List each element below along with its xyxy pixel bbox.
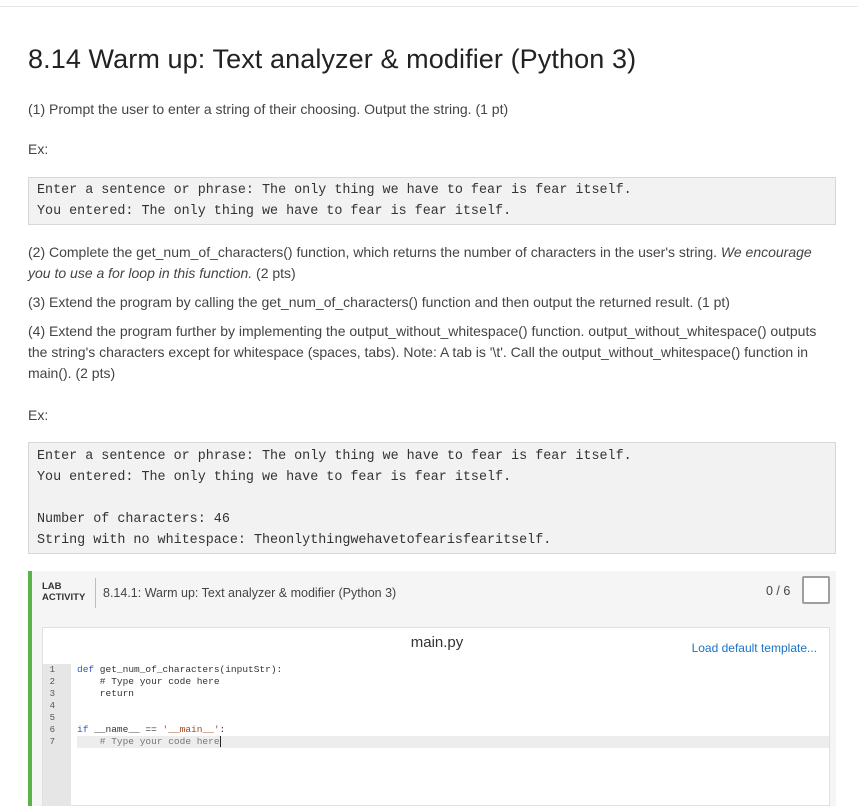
lab-header-divider — [95, 578, 96, 608]
example2-line-4: Number of characters: 46 — [37, 512, 230, 527]
step2-text: (2) Complete the get_num_of_characters()… — [28, 242, 836, 284]
code-line-7[interactable]: # Type your code here — [77, 736, 829, 748]
top-divider — [0, 6, 858, 7]
code-editor-panel: main.py Load default template... 1 2 3 4… — [42, 627, 830, 806]
line-number: 5 — [49, 713, 55, 723]
example-label-1: Ex: — [28, 141, 49, 157]
lab-activity-tag: LAB ACTIVITY — [42, 581, 85, 603]
page-title: 8.14 Warm up: Text analyzer & modifier (… — [28, 44, 637, 74]
example-output-1: Enter a sentence or phrase: The only thi… — [28, 177, 836, 225]
line-number: 2 — [49, 677, 55, 687]
code-line-1[interactable]: def get_num_of_characters(inputStr): — [77, 664, 829, 676]
code-text: get_num_of_characters(inputStr): — [94, 664, 283, 675]
code-line-3[interactable]: return — [77, 688, 829, 700]
code-keyword: def — [77, 664, 95, 675]
line-number: 6 — [49, 725, 55, 735]
example2-line-2: You entered: The only thing we have to f… — [37, 470, 512, 485]
lab-tag-line2: ACTIVITY — [42, 592, 86, 603]
example2-line-5: String with no whitespace: Theonlythingw… — [37, 533, 552, 548]
line-number-gutter: 1 2 3 4 5 6 7 — [43, 664, 71, 806]
code-line-4[interactable] — [77, 700, 829, 712]
code-comment: # Type your code here — [77, 736, 220, 748]
text-cursor — [219, 736, 221, 747]
lab-title: 8.14.1: Warm up: Text analyzer & modifie… — [103, 586, 397, 600]
code-editor[interactable]: 1 2 3 4 5 6 7 def get_num_of_characters(… — [43, 664, 829, 806]
line-number: 7 — [49, 737, 55, 747]
load-default-template-link[interactable]: Load default template... — [692, 641, 817, 655]
step2-main: (2) Complete the get_num_of_characters()… — [28, 244, 721, 260]
code-line-5[interactable] — [77, 712, 829, 724]
example1-line-1: Enter a sentence or phrase: The only thi… — [37, 183, 632, 198]
step4-text: (4) Extend the program further by implem… — [28, 323, 817, 381]
code-string: '__main__' — [162, 724, 220, 735]
lab-score: 0 / 6 — [766, 584, 791, 598]
code-text: : — [219, 724, 226, 735]
example2-line-1: Enter a sentence or phrase: The only thi… — [37, 449, 632, 464]
code-line-6[interactable]: if __name__ == '__main__': — [77, 724, 829, 736]
line-number: 4 — [49, 701, 55, 711]
code-keyword: if — [77, 724, 89, 735]
step1-text: (1) Prompt the user to enter a string of… — [28, 101, 509, 117]
line-number: 3 — [49, 689, 55, 699]
lab-tag-line1: LAB — [42, 581, 62, 592]
code-text: __name__ == — [88, 724, 163, 735]
example2-blank-line — [37, 488, 835, 509]
code-line-2[interactable]: # Type your code here — [77, 676, 829, 688]
code-lines[interactable]: def get_num_of_characters(inputStr): # T… — [77, 664, 829, 748]
step3-text: (3) Extend the program by calling the ge… — [28, 294, 730, 310]
lab-header: LAB ACTIVITY 8.14.1: Warm up: Text analy… — [32, 571, 836, 613]
score-checkbox-icon — [802, 576, 830, 604]
step2-points: (2 pts) — [252, 265, 296, 281]
example-output-2: Enter a sentence or phrase: The only thi… — [28, 442, 836, 554]
example1-line-2: You entered: The only thing we have to f… — [37, 204, 512, 219]
lab-activity-panel: LAB ACTIVITY 8.14.1: Warm up: Text analy… — [28, 571, 836, 806]
line-number: 1 — [49, 665, 55, 675]
example-label-2: Ex: — [28, 407, 49, 423]
